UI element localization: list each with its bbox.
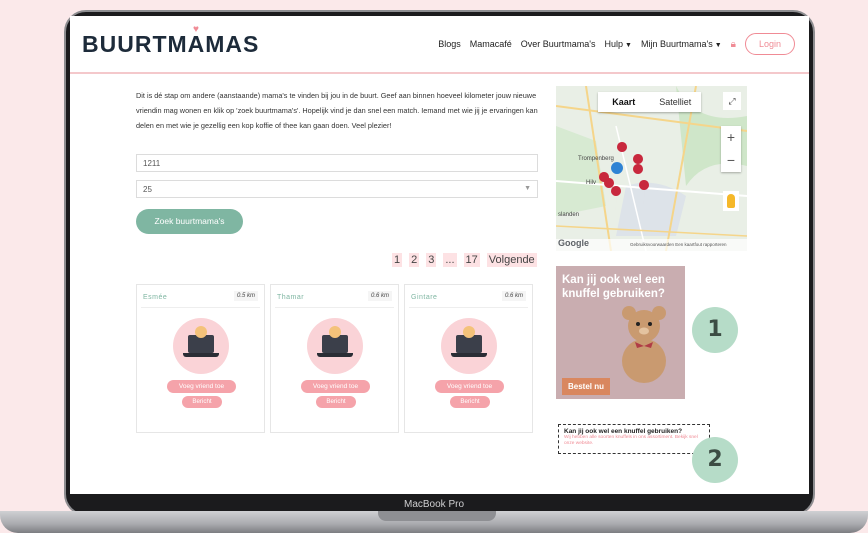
profile-name[interactable]: Thamar [277,294,304,301]
page-1[interactable]: 1 [392,253,403,267]
laptop-base [183,353,219,357]
ad-title: Kan jij ook wel een knuffel gebruiken? [562,274,665,300]
message-button[interactable]: Bericht [182,396,222,408]
profile-name[interactable]: Gintare [411,294,437,301]
nav-mijn-label: Mijn Buurtmama's [640,39,713,49]
map-widget[interactable]: Trompenberg Hilv slanden Kaart Satelliet… [556,86,747,251]
lock-icon[interactable]: 🔒︎ [731,39,736,50]
browser-screen: BUURTMAMAS ♥ Blogs Mamacafé Over Buurtma… [70,16,809,494]
site-header: BUURTMAMAS ♥ Blogs Mamacafé Over Buurtma… [70,16,809,74]
nav-hulp-label: Hulp [604,39,624,49]
person-icon [195,326,207,338]
laptop-base [317,353,353,357]
order-now-button[interactable]: Bestel nu [562,378,611,395]
profile-card: Gintare 0.6 km Voeg vriend toe Bericht [404,284,533,433]
chevron-down-icon: ▼ [714,42,722,49]
message-button[interactable]: Bericht [316,396,356,408]
login-button[interactable]: Login [744,33,795,55]
text-ad-knuffel[interactable]: Kan jij ook wel een knuffel gebruiken? W… [558,424,710,454]
zoom-in-button[interactable]: + [721,126,741,149]
person-icon [329,326,341,338]
page-3[interactable]: 3 [426,253,437,267]
postcode-field[interactable]: 1211 [136,154,538,172]
message-button[interactable]: Bericht [450,396,490,408]
teddy-bear-image [622,306,666,383]
nav-hulp[interactable]: Hulp ▼ [605,39,632,49]
main-nav: Blogs Mamacafé Over Buurtmama's Hulp ▼ Mi… [438,33,795,55]
profile-card: Thamar 0.6 km Voeg vriend toe Bericht [270,284,399,433]
site-logo[interactable]: BUURTMAMAS ♥ [82,24,260,58]
map-place-label: Hilv [586,180,596,186]
map-place-label: slanden [558,212,580,218]
search-button[interactable]: Zoek buurtmama's [136,209,243,234]
map-tab-satelliet[interactable]: Satelliet [650,92,702,112]
next-page-link[interactable]: Volgende [486,253,537,267]
ad-banner-knuffel[interactable]: Kan jij ook wel een knuffel gebruiken? B… [556,266,685,399]
heart-icon: ♥ [193,24,200,35]
number-badge: 1 [692,307,738,353]
add-friend-button[interactable]: Voeg vriend toe [435,380,504,393]
google-logo: Google [558,238,589,248]
number-badge: 2 [692,437,738,483]
divider [275,307,394,308]
chevron-down-icon: ▼ [524,185,531,192]
nav-over[interactable]: Over Buurtmama's [521,39,596,49]
add-friend-button[interactable]: Voeg vriend toe [167,380,236,393]
street-view-icon[interactable] [723,191,739,211]
profile-card: Esmée 0.5 km Voeg vriend toe Bericht [136,284,265,433]
divider [141,307,260,308]
add-friend-button[interactable]: Voeg vriend toe [301,380,370,393]
chevron-down-icon: ▼ [625,42,632,49]
zoom-out-button[interactable]: − [721,149,741,172]
laptop-notch [378,511,496,521]
device-label: MacBook Pro [403,499,465,510]
logo-text: BUURTMAMAS [82,31,260,57]
text-ad-title: Kan jij ook wel een knuffel gebruiken? [564,428,683,435]
profile-distance: 0.5 km [233,291,258,301]
text-ad-subtitle: Wij hebben alle soorten knuffels in ons … [564,435,698,446]
nav-mijn[interactable]: Mijn Buurtmama's ▼ [641,39,722,49]
profile-name[interactable]: Esmée [143,294,167,301]
map-terms[interactable]: Gebruiksvoorwaarden Een kaartfout rappor… [630,242,727,247]
pagination: 1 2 3 ... 17 Volgende [392,253,537,267]
map-type-toggle: Kaart Satelliet [598,92,701,112]
distance-select[interactable]: 25 ▼ [136,180,538,198]
map-place-label: Trompenberg [578,156,614,162]
page-2[interactable]: 2 [409,253,420,267]
distance-value: 25 [143,185,152,194]
profile-distance: 0.6 km [501,291,526,301]
divider [409,307,528,308]
avatar [173,318,229,374]
laptop-base [451,353,487,357]
profile-distance: 0.6 km [367,291,392,301]
avatar [307,318,363,374]
map-tab-kaart[interactable]: Kaart [598,92,650,112]
person-icon [463,326,475,338]
fullscreen-icon[interactable]: ⤢ [723,92,741,110]
avatar [441,318,497,374]
nav-mamacafe[interactable]: Mamacafé [470,39,512,49]
page-17[interactable]: 17 [463,253,480,267]
nav-blogs[interactable]: Blogs [438,39,461,49]
intro-text: Dit is dé stap om andere (aanstaande) ma… [136,91,538,130]
zoom-control: + − [721,126,741,172]
page-ellipsis: ... [443,253,457,267]
